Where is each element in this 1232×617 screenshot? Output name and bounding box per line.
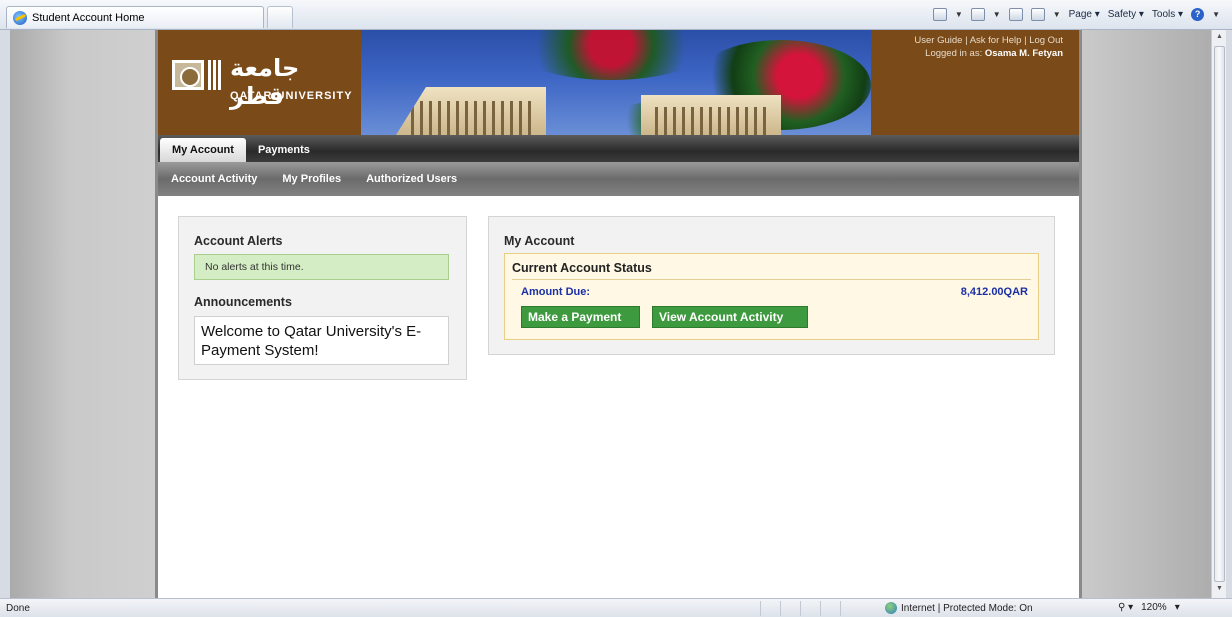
amount-due-label: Amount Due: xyxy=(521,286,591,298)
user-guide-link[interactable]: User Guide xyxy=(914,35,962,46)
browser-tab-title: Student Account Home xyxy=(32,11,145,24)
user-box: User Guide | Ask for Help | Log Out Logg… xyxy=(871,30,1079,135)
status-done: Done xyxy=(6,603,30,614)
new-tab-button[interactable] xyxy=(267,6,293,28)
ie-page-icon xyxy=(13,10,27,25)
vertical-scrollbar[interactable]: ▲ ▼ xyxy=(1211,30,1226,598)
account-alerts-title: Account Alerts xyxy=(194,234,283,248)
page-container: جامعة قطر QATAR UNIVERSITY User Guide | … xyxy=(155,30,1082,598)
feeds-dropdown-icon[interactable]: ▼ xyxy=(993,10,1001,19)
tools-menu[interactable]: Tools ▾ xyxy=(1152,9,1183,20)
feeds-icon[interactable] xyxy=(970,8,985,21)
logo-bars-icon xyxy=(208,60,222,90)
page-menu[interactable]: Page ▾ xyxy=(1069,9,1100,20)
make-payment-button[interactable]: Make a Payment xyxy=(521,306,640,328)
alerts-message: No alerts at this time. xyxy=(194,254,449,280)
tab-payments[interactable]: Payments xyxy=(246,138,322,162)
subtab-authorized-users[interactable]: Authorized Users xyxy=(366,173,457,185)
home-icon[interactable] xyxy=(932,8,947,21)
university-logo[interactable]: جامعة قطر QATAR UNIVERSITY xyxy=(158,30,361,135)
status-divider xyxy=(512,279,1031,280)
security-zone[interactable]: Internet | Protected Mode: On xyxy=(885,602,1033,614)
help-dropdown-icon[interactable]: ▼ xyxy=(1212,10,1220,19)
sub-nav: Account Activity My Profiles Authorized … xyxy=(158,162,1079,196)
tab-my-account[interactable]: My Account xyxy=(160,138,246,162)
scroll-down-icon[interactable]: ▼ xyxy=(1215,585,1224,595)
zoom-dropdown-icon[interactable]: ▾ xyxy=(1175,602,1180,613)
browser-viewport: جامعة قطر QATAR UNIVERSITY User Guide | … xyxy=(10,30,1226,598)
logged-in-user: Osama M. Fetyan xyxy=(984,48,1063,59)
university-emblem-icon xyxy=(172,60,204,90)
globe-icon xyxy=(885,602,897,614)
alerts-announcements-panel: Account Alerts No alerts at this time. A… xyxy=(178,216,467,380)
announcements-title: Announcements xyxy=(194,295,292,309)
ask-help-link[interactable]: Ask for Help xyxy=(970,35,1022,46)
security-zone-text: Internet | Protected Mode: On xyxy=(901,602,1033,614)
zoom-level: 120% xyxy=(1141,602,1167,613)
help-icon[interactable]: ? xyxy=(1191,8,1205,21)
browser-tab[interactable]: Student Account Home xyxy=(6,6,264,28)
logged-in-label: Logged in as: xyxy=(925,48,983,59)
subtab-my-profiles[interactable]: My Profiles xyxy=(282,173,341,185)
command-bar: ▼ ▼ ▼ Page ▾ Safety ▾ Tools ▾ ? ▼ xyxy=(932,8,1220,21)
browser-status-bar: Done Internet | Protected Mode: On ⚲ ▾ 1… xyxy=(0,598,1232,617)
zoom-control[interactable]: ⚲ ▾ 120% ▾ xyxy=(1118,602,1180,613)
announcement-text: Welcome to Qatar University's E-Payment … xyxy=(194,316,449,365)
print-dropdown-icon[interactable]: ▼ xyxy=(1053,10,1061,19)
mail-icon[interactable] xyxy=(1008,8,1023,21)
my-account-title: My Account xyxy=(504,234,575,248)
zoom-icon: ⚲ ▾ xyxy=(1118,602,1134,613)
account-status-box: Current Account Status Amount Due: 8,412… xyxy=(504,253,1039,340)
home-dropdown-icon[interactable]: ▼ xyxy=(955,10,963,19)
browser-toolbar: Student Account Home ▼ ▼ ▼ Page ▾ Safety… xyxy=(0,0,1232,30)
log-out-link[interactable]: Log Out xyxy=(1029,35,1063,46)
scroll-up-icon[interactable]: ▲ xyxy=(1215,33,1224,43)
amount-due-value: 8,412.00QAR xyxy=(960,286,1028,298)
status-slots xyxy=(760,601,860,616)
header-banner-image xyxy=(361,30,871,135)
my-account-panel: My Account Current Account Status Amount… xyxy=(488,216,1055,355)
site-header: جامعة قطر QATAR UNIVERSITY User Guide | … xyxy=(158,30,1079,135)
safety-menu[interactable]: Safety ▾ xyxy=(1108,9,1144,20)
print-icon[interactable] xyxy=(1030,8,1045,21)
view-account-activity-button[interactable]: View Account Activity xyxy=(652,306,808,328)
account-status-title: Current Account Status xyxy=(512,261,652,275)
main-nav: My Account Payments xyxy=(158,135,1079,162)
subtab-account-activity[interactable]: Account Activity xyxy=(171,173,257,185)
scroll-thumb[interactable] xyxy=(1214,46,1225,582)
logo-english-text: QATAR UNIVERSITY xyxy=(230,90,353,102)
